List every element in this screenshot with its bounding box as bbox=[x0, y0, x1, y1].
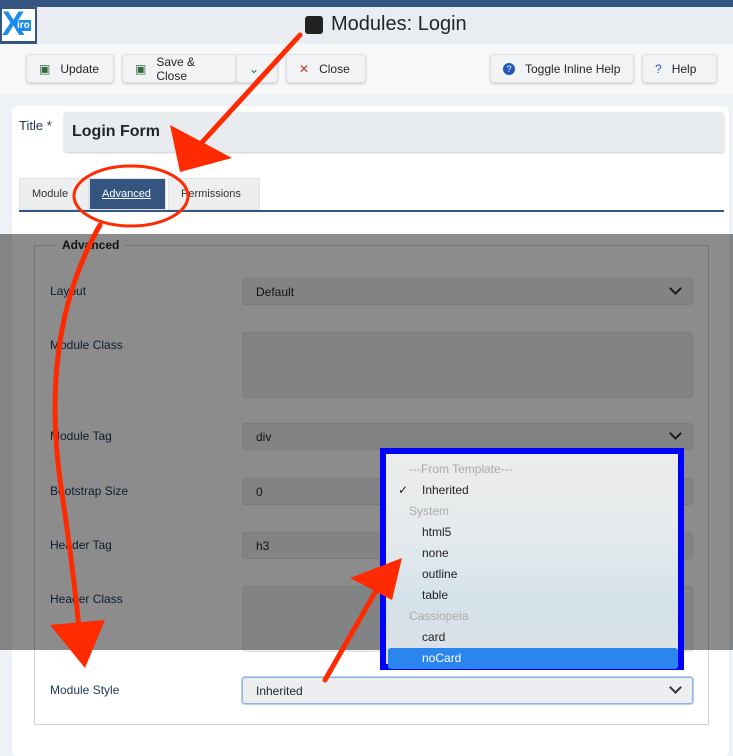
option-inherited[interactable]: ✓ Inherited bbox=[388, 480, 678, 501]
checkmark-icon: ✓ bbox=[398, 483, 409, 497]
option-label: Inherited bbox=[422, 483, 469, 497]
update-button[interactable]: ▣ Update bbox=[26, 54, 114, 83]
option-label: noCard bbox=[422, 651, 462, 665]
tab-bar: Module Advanced Permissions bbox=[19, 178, 724, 212]
title-label: Title * bbox=[19, 118, 52, 133]
option-label: outline bbox=[422, 567, 458, 581]
module-style-dropdown: ---From Template--- ✓ Inherited System ht… bbox=[380, 448, 684, 670]
option-nocard[interactable]: noCard bbox=[388, 648, 678, 669]
option-table[interactable]: table bbox=[388, 585, 678, 606]
module-style-select[interactable]: Inherited bbox=[242, 677, 693, 704]
chevron-down-icon bbox=[669, 681, 682, 694]
save-dropdown-toggle[interactable]: ⌄ bbox=[236, 54, 278, 83]
save-icon: ▣ bbox=[39, 61, 51, 76]
bootstrap-size-value: 0 bbox=[256, 485, 263, 499]
module-tag-select[interactable]: div bbox=[242, 423, 693, 450]
chevron-down-icon bbox=[669, 282, 682, 295]
option-label: none bbox=[422, 546, 449, 560]
layout-select[interactable]: Default bbox=[242, 278, 693, 305]
header: Xiro Modules: Login bbox=[0, 7, 733, 44]
option-group-from-template: ---From Template--- bbox=[388, 459, 678, 480]
module-class-label: Module Class bbox=[50, 338, 123, 352]
page-title: Modules: Login bbox=[305, 13, 467, 36]
layout-value: Default bbox=[256, 285, 295, 299]
module-class-textarea[interactable] bbox=[242, 332, 693, 398]
option-group-system: System bbox=[388, 501, 678, 522]
header-tag-label: Header Tag bbox=[50, 538, 112, 552]
title-input[interactable]: Login Form bbox=[64, 112, 724, 152]
module-tag-value: div bbox=[256, 430, 272, 444]
save-close-button[interactable]: ▣ Save & Close bbox=[122, 54, 237, 83]
layout-label: Layout bbox=[50, 284, 87, 298]
toggle-help-label: Toggle Inline Help bbox=[525, 61, 621, 76]
toggle-inline-help-button[interactable]: ? Toggle Inline Help bbox=[490, 54, 634, 83]
help-button[interactable]: ? Help bbox=[642, 54, 717, 83]
save-icon: ▣ bbox=[135, 61, 147, 76]
update-label: Update bbox=[60, 61, 100, 76]
toolbar: ▣ Update ▣ Save & Close ⌄ ✕ Close ? Toggle I… bbox=[0, 44, 733, 94]
module-tag-label: Module Tag bbox=[50, 429, 112, 443]
header-class-label: Header Class bbox=[50, 592, 123, 606]
group-label: ---From Template--- bbox=[409, 462, 513, 476]
tab-permissions[interactable]: Permissions bbox=[168, 178, 260, 210]
chevron-down-icon: ⌄ bbox=[249, 61, 260, 76]
close-label: Close bbox=[319, 61, 350, 76]
option-outline[interactable]: outline bbox=[388, 564, 678, 585]
option-label: table bbox=[422, 588, 449, 602]
group-label: System bbox=[409, 504, 450, 518]
fieldset-legend: Advanced bbox=[56, 238, 126, 252]
group-label: Cassiopeia bbox=[409, 609, 469, 623]
chevron-down-icon bbox=[669, 427, 682, 440]
option-label: html5 bbox=[422, 525, 452, 539]
module-style-label: Module Style bbox=[50, 683, 120, 697]
module-style-value: Inherited bbox=[256, 684, 303, 698]
logo[interactable]: Xiro bbox=[0, 7, 37, 44]
header-tag-value: h3 bbox=[256, 539, 270, 553]
tab-advanced[interactable]: Advanced bbox=[89, 178, 166, 210]
option-group-cassiopeia: Cassiopeia bbox=[388, 606, 678, 627]
option-label: card bbox=[422, 630, 446, 644]
option-html5[interactable]: html5 bbox=[388, 522, 678, 543]
page-title-text: Modules: Login bbox=[331, 13, 467, 35]
option-none[interactable]: none bbox=[388, 543, 678, 564]
save-close-label: Save & Close bbox=[156, 54, 196, 83]
cube-icon bbox=[305, 15, 323, 34]
close-button[interactable]: ✕ Close bbox=[286, 54, 366, 83]
option-card[interactable]: card bbox=[388, 627, 678, 648]
top-bar bbox=[0, 0, 733, 7]
bootstrap-size-label: Bootstrap Size bbox=[50, 484, 129, 498]
close-icon: ✕ bbox=[299, 61, 310, 76]
help-label: Help bbox=[671, 61, 697, 76]
question-icon: ? bbox=[655, 61, 662, 76]
question-circle-icon: ? bbox=[503, 62, 515, 75]
tab-module[interactable]: Module bbox=[19, 178, 89, 210]
